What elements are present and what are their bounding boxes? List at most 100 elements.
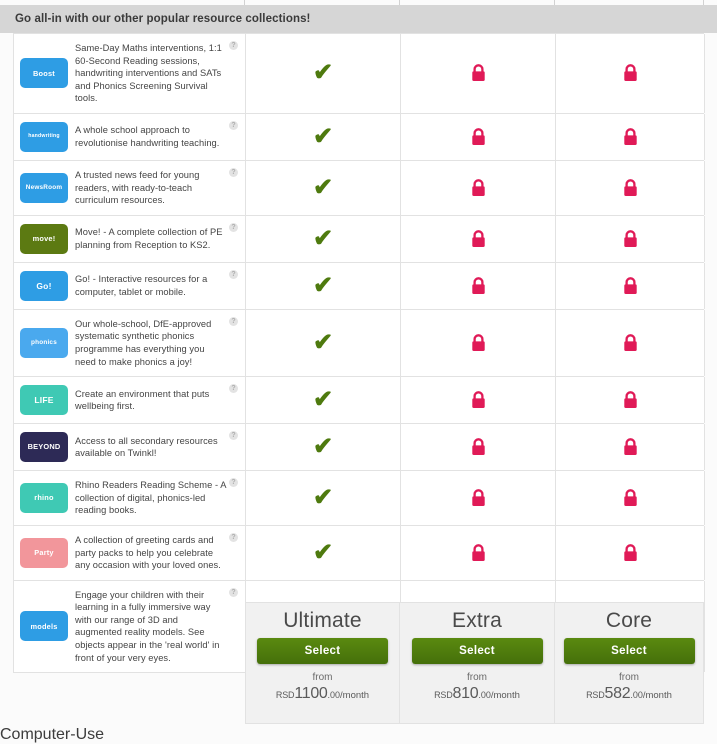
resource-description-cell: Go! Go! - Interactive resources for a com… <box>14 262 246 309</box>
section-header: Go all-in with our other popular resourc… <box>0 5 717 33</box>
check-icon: ✔ <box>312 59 334 87</box>
resource-logo-label: BEYOND <box>27 442 61 452</box>
check-icon: ✔ <box>312 224 334 252</box>
select-button[interactable]: Select <box>563 638 695 664</box>
cell-ultimate: ✔ <box>246 525 401 580</box>
lock-icon <box>622 543 639 563</box>
resource-description-cell: phonics Our whole-school, DfE-approved sy… <box>14 309 246 377</box>
resource-description-cell: Party A collection of greeting cards and … <box>14 525 246 580</box>
resource-logo[interactable]: rhino <box>20 483 68 514</box>
resource-description: Our whole-school, DfE-approved systemati… <box>75 318 212 367</box>
lock-icon <box>622 437 639 457</box>
lock-icon <box>622 178 639 198</box>
price-line: RSD 582.00/month <box>586 685 672 703</box>
pricing-footer: Ultimate Select from RSD 1100.00/month Extra S… <box>245 602 704 724</box>
plan-column-ultimate: Ultimate Select from RSD 1100.00/month <box>245 602 400 724</box>
lock-icon <box>622 229 639 249</box>
check-icon: ✔ <box>312 433 334 461</box>
help-icon[interactable]: ? <box>229 120 238 130</box>
table-row: phonics Our whole-school, DfE-approved sy… <box>14 309 705 378</box>
table-row: BEYOND Access to all secondary resources … <box>14 424 705 472</box>
plan-column-core: Core Select from RSD 582.00/month <box>555 602 704 724</box>
lock-icon <box>622 276 639 296</box>
resource-logo[interactable]: handwriting <box>20 121 68 152</box>
resource-description: Move! - A complete collection of PE plan… <box>75 227 223 250</box>
resource-logo[interactable]: BEYOND <box>20 432 68 463</box>
resource-logo-label: handwriting <box>28 133 60 140</box>
help-icon[interactable]: ? <box>229 269 238 279</box>
cell-core <box>556 424 705 471</box>
price-from-label: from <box>467 672 487 683</box>
price-line: RSD 1100.00/month <box>276 685 369 703</box>
resource-description-cell: LIFE Create an environment that puts well… <box>14 377 246 424</box>
select-button[interactable]: Select <box>257 638 388 664</box>
lock-icon <box>622 333 639 353</box>
table-row: LIFE Create an environment that puts well… <box>14 377 705 425</box>
cell-ultimate: ✔ <box>246 471 401 525</box>
cell-extra <box>401 34 556 113</box>
resource-logo[interactable]: Party <box>20 537 68 568</box>
cell-ultimate: ✔ <box>246 160 401 215</box>
plan-column-extra: Extra Select from RSD 810.00/month <box>400 602 555 724</box>
lock-icon <box>470 333 487 353</box>
price-period: /month <box>642 690 672 701</box>
resource-description: A trusted news feed for young readers, w… <box>75 169 200 206</box>
resource-logo-label: LIFE <box>34 394 54 405</box>
resource-logo[interactable]: phonics <box>20 327 68 358</box>
cell-core <box>556 160 705 215</box>
lock-icon <box>622 488 639 508</box>
table-row: handwriting A whole school approach to re… <box>14 113 705 161</box>
resource-logo-label: rhino <box>34 493 54 503</box>
help-icon[interactable]: ? <box>229 167 238 177</box>
help-icon[interactable]: ? <box>229 222 238 232</box>
select-button[interactable]: Select <box>411 638 543 664</box>
lock-icon <box>622 390 639 410</box>
comparison-table-page: Go all-in with our other popular resourc… <box>0 0 717 726</box>
help-icon[interactable]: ? <box>229 532 238 542</box>
lock-icon <box>470 178 487 198</box>
resource-logo[interactable]: move! <box>20 223 68 254</box>
table-row: NewsRoom A trusted news feed for young re… <box>14 160 705 216</box>
price-currency: RSD <box>275 690 295 700</box>
cell-extra <box>401 525 556 580</box>
resource-logo[interactable]: models <box>20 611 68 642</box>
resource-logo-label: NewsRoom <box>25 183 63 191</box>
price-amount: 582 <box>604 685 631 702</box>
section-header-title: Go all-in with our other popular resourc… <box>15 13 311 25</box>
cell-extra <box>401 160 556 215</box>
cell-ultimate: ✔ <box>246 262 401 309</box>
resource-logo[interactable]: LIFE <box>20 385 68 416</box>
resource-logo-label: phonics <box>31 338 57 346</box>
resource-description-cell: handwriting A whole school approach to re… <box>14 113 246 160</box>
resource-logo[interactable]: NewsRoom <box>20 172 68 203</box>
lock-icon <box>622 127 639 147</box>
cell-core <box>556 262 705 309</box>
cell-extra <box>401 471 556 525</box>
resource-logo-label: Go! <box>36 280 52 291</box>
lock-icon <box>470 488 487 508</box>
price-from-label: from <box>619 672 639 683</box>
resource-description: A whole school approach to revolutionise… <box>75 125 220 148</box>
resource-logo[interactable]: Go! <box>20 270 68 301</box>
cell-extra <box>401 215 556 262</box>
price-currency: RSD <box>434 690 453 700</box>
lock-icon <box>470 229 487 249</box>
cell-core <box>556 215 705 262</box>
check-icon: ✔ <box>312 538 334 566</box>
plan-name: Core <box>605 609 653 632</box>
help-icon[interactable]: ? <box>229 587 238 597</box>
plan-name: Ultimate <box>283 609 362 632</box>
cell-extra <box>401 377 556 424</box>
help-icon[interactable]: ? <box>229 41 238 50</box>
table-row: Party A collection of greeting cards and … <box>14 525 705 581</box>
resource-logo[interactable]: Boost <box>20 58 68 89</box>
cell-ultimate: ✔ <box>246 377 401 424</box>
lock-icon <box>470 63 487 83</box>
check-icon: ✔ <box>312 122 334 150</box>
cell-ultimate: ✔ <box>246 34 401 113</box>
help-icon[interactable]: ? <box>229 316 238 326</box>
resource-logo-label: Party <box>34 548 54 558</box>
resource-description: Create an environment that puts wellbein… <box>75 388 210 412</box>
resource-description: A collection of greeting cards and party… <box>75 534 221 571</box>
price-amount: 1100 <box>294 685 328 702</box>
